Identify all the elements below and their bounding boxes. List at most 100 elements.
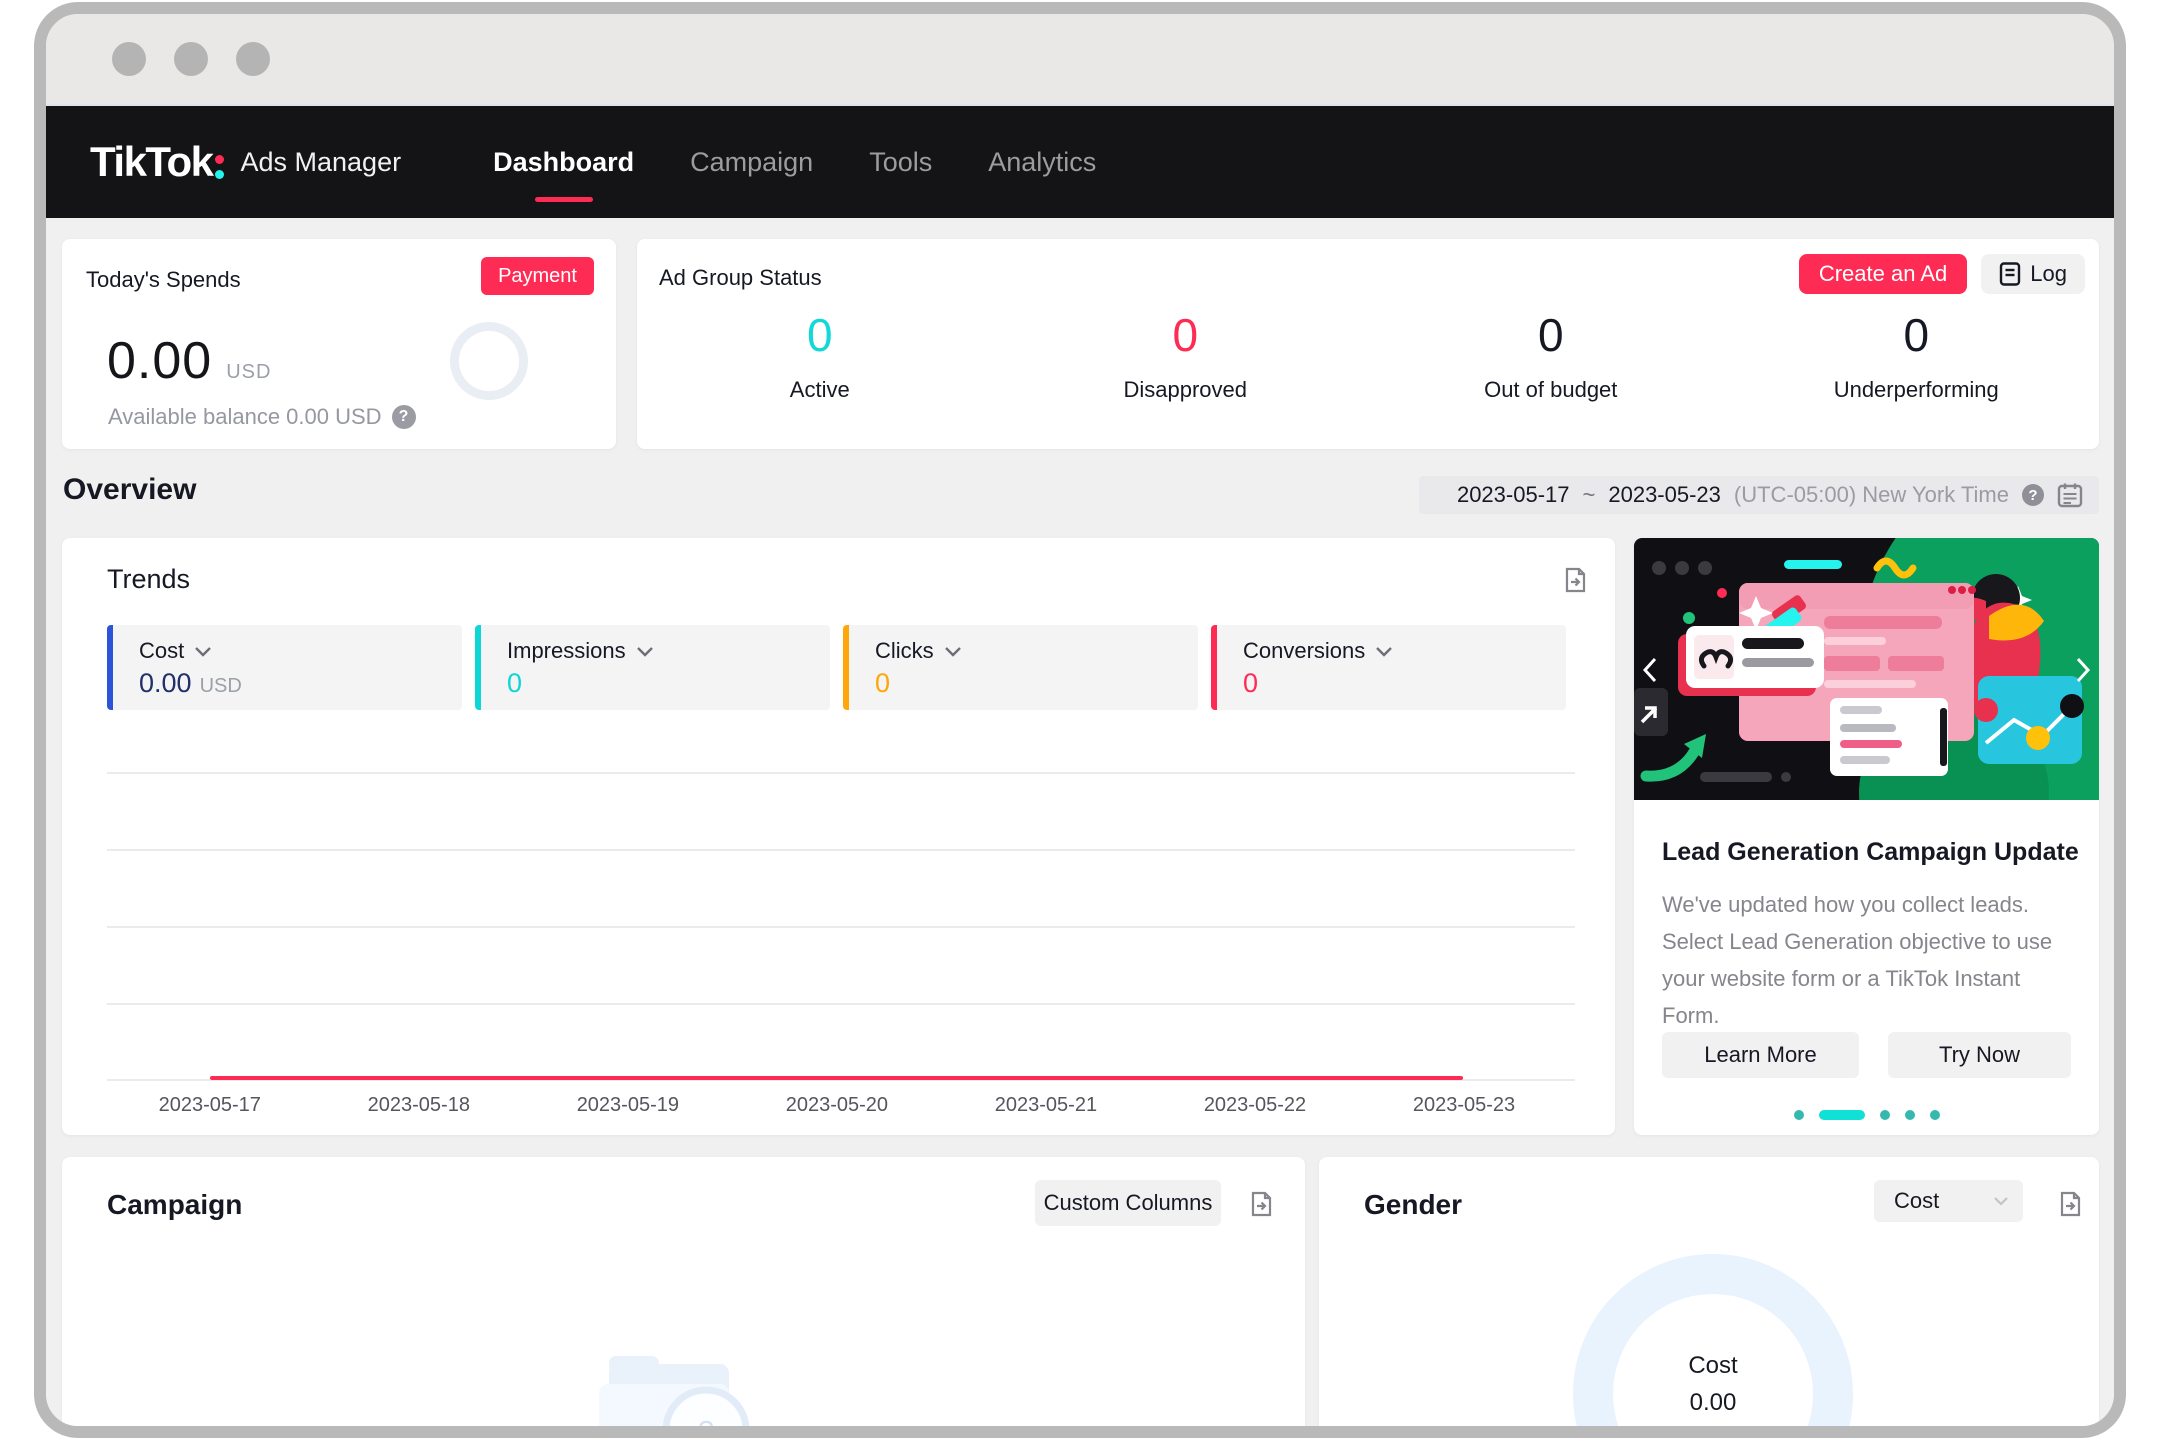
carousel-prev-icon[interactable] xyxy=(1642,656,1658,684)
stat-disapproved[interactable]: 0 Disapproved xyxy=(1003,311,1369,403)
stat-value: 0 xyxy=(1537,309,1564,361)
nav-item-tools[interactable]: Tools xyxy=(869,106,932,218)
log-button-label: Log xyxy=(2030,261,2067,286)
export-icon[interactable] xyxy=(2056,1190,2084,1218)
promo-buttons: Learn More Try Now xyxy=(1662,1032,2071,1078)
donut-metric: Cost xyxy=(1688,1352,1738,1379)
nav-menu: Dashboard Campaign Tools Analytics xyxy=(493,106,1096,218)
campaign-card: Campaign Custom Columns ? xyxy=(62,1157,1305,1438)
carousel-dot[interactable] xyxy=(1793,1110,1804,1120)
date-end: 2023-05-23 xyxy=(1608,482,1721,507)
date-range-picker[interactable]: 2023-05-17 ~ 2023-05-23 (UTC-05:00) New … xyxy=(1418,476,2099,514)
log-button[interactable]: Log xyxy=(1981,254,2085,294)
gridline xyxy=(107,772,1575,774)
lead-generation-illustration xyxy=(1634,538,2099,800)
export-icon[interactable] xyxy=(1247,1190,1275,1218)
stat-value: 0 xyxy=(1172,309,1199,361)
payment-button[interactable]: Payment xyxy=(481,257,594,295)
todays-spends-card: Today's Spends Payment 0.00 USD Availabl… xyxy=(62,239,616,449)
window-titlebar xyxy=(46,14,2114,106)
stat-out-of-budget[interactable]: 0 Out of budget xyxy=(1368,311,1734,403)
status-title: Ad Group Status xyxy=(659,265,822,290)
try-now-button[interactable]: Try Now xyxy=(1888,1032,2071,1078)
nav-item-dashboard[interactable]: Dashboard xyxy=(493,106,634,218)
gridline xyxy=(107,1003,1575,1005)
tiktok-logo-text: TikTok xyxy=(90,138,214,185)
status-actions: Create an Ad Log xyxy=(1798,254,2085,294)
window-control-dot[interactable] xyxy=(112,42,146,76)
carousel-next-icon[interactable] xyxy=(2075,656,2091,684)
custom-columns-button[interactable]: Custom Columns xyxy=(1035,1180,1221,1226)
overview-heading: Overview xyxy=(63,473,197,506)
stat-label: Active xyxy=(789,377,850,402)
stat-underperforming[interactable]: 0 Underperforming xyxy=(1734,311,2100,403)
spends-title: Today's Spends xyxy=(86,267,241,292)
promo-title: Lead Generation Campaign Update xyxy=(1662,838,2079,866)
date-start: 2023-05-17 xyxy=(1456,482,1570,507)
donut-center-label: Cost 0.00 USD xyxy=(1573,1352,1853,1438)
calendar-icon[interactable] xyxy=(2057,482,2083,508)
gridline xyxy=(107,926,1575,928)
donut-unit: USD xyxy=(1573,1426,1853,1438)
promo-card: Lead Generation Campaign Update We've up… xyxy=(1634,538,2099,1135)
tiktok-logo[interactable]: TikTok Ads Manager xyxy=(90,138,401,186)
stat-label: Underperforming xyxy=(1833,377,1999,402)
nav-item-analytics[interactable]: Analytics xyxy=(988,106,1096,218)
date-separator: ~ xyxy=(1582,482,1596,507)
stat-label: Disapproved xyxy=(1123,377,1247,402)
gender-metric-select[interactable]: Cost xyxy=(1874,1180,2023,1222)
tiktok-colon-icon xyxy=(215,155,225,179)
nav-item-campaign[interactable]: Campaign xyxy=(690,106,813,218)
stat-active[interactable]: 0 Active xyxy=(637,311,1003,403)
help-icon[interactable]: ? xyxy=(391,405,416,429)
balance-text: Available balance 0.00 USD xyxy=(108,404,382,429)
balance-row: Available balance 0.00 USD ? xyxy=(108,404,416,430)
carousel-dots xyxy=(1634,1110,2099,1120)
campaign-title: Campaign xyxy=(107,1189,243,1220)
x-axis-label: 2023-05-19 xyxy=(576,1094,679,1116)
x-axis-label: 2023-05-21 xyxy=(994,1094,1098,1116)
cost-series-line xyxy=(209,1076,1464,1080)
x-axis-label: 2023-05-17 xyxy=(158,1094,261,1116)
stat-value: 0 xyxy=(1903,309,1930,361)
stat-label: Out of budget xyxy=(1484,377,1618,402)
help-icon[interactable]: ? xyxy=(2022,484,2044,506)
gender-title: Gender xyxy=(1364,1189,1463,1220)
product-name: Ads Manager xyxy=(240,146,402,177)
spends-currency: USD xyxy=(226,361,272,383)
stat-value: 0 xyxy=(806,309,833,361)
status-stats: 0 Active 0 Disapproved 0 Out of budget 0… xyxy=(637,311,2099,403)
screen: TikTok Ads Manager Dashboard Campaign To… xyxy=(0,0,2160,1440)
browser-window: TikTok Ads Manager Dashboard Campaign To… xyxy=(34,2,2126,1438)
trends-card: Trends Cost 0.00 USD Impressions 0 Click… xyxy=(62,538,1615,1135)
donut-value: 0.00 xyxy=(1689,1389,1737,1416)
log-document-icon xyxy=(2000,262,2021,286)
learn-more-button[interactable]: Learn More xyxy=(1662,1032,1859,1078)
window-control-dot[interactable] xyxy=(174,42,208,76)
x-axis-label: 2023-05-20 xyxy=(785,1094,889,1116)
spend-gauge-ring xyxy=(450,322,528,400)
x-axis-label: 2023-05-18 xyxy=(367,1094,470,1116)
gender-card: Gender Cost Cost 0.00 USD xyxy=(1319,1157,2099,1438)
trends-line-chart[interactable]: 2023-05-17 2023-05-18 2023-05-19 2023-05… xyxy=(107,538,1575,1135)
carousel-dot[interactable] xyxy=(1929,1110,1940,1120)
question-mark-glyph: ? xyxy=(698,1415,714,1438)
dashboard-content: Today's Spends Payment 0.00 USD Availabl… xyxy=(46,220,2114,1426)
carousel-dot-active[interactable] xyxy=(1818,1110,1865,1120)
top-nav: TikTok Ads Manager Dashboard Campaign To… xyxy=(46,106,2114,218)
chevron-down-icon xyxy=(1994,1197,2008,1206)
timezone-label: (UTC-05:00) New York Time xyxy=(1733,482,2009,507)
empty-state-illustration: ? xyxy=(598,1356,749,1438)
promo-body: We've updated how you collect leads. Sel… xyxy=(1662,892,2053,1028)
x-axis-label: 2023-05-22 xyxy=(1203,1094,1307,1116)
gridline xyxy=(107,849,1575,851)
carousel-dot[interactable] xyxy=(1879,1110,1890,1120)
ad-group-status-card: Ad Group Status Create an Ad Log 0 Activ… xyxy=(637,239,2099,449)
carousel-dot[interactable] xyxy=(1904,1110,1915,1120)
create-ad-button[interactable]: Create an Ad xyxy=(1798,254,1968,294)
window-control-dot[interactable] xyxy=(236,42,270,76)
spends-amount: 0.00 xyxy=(107,332,213,390)
spends-amount-row: 0.00 USD xyxy=(107,331,271,391)
x-axis-label: 2023-05-23 xyxy=(1412,1094,1516,1116)
selected-metric: Cost xyxy=(1894,1188,1940,1213)
